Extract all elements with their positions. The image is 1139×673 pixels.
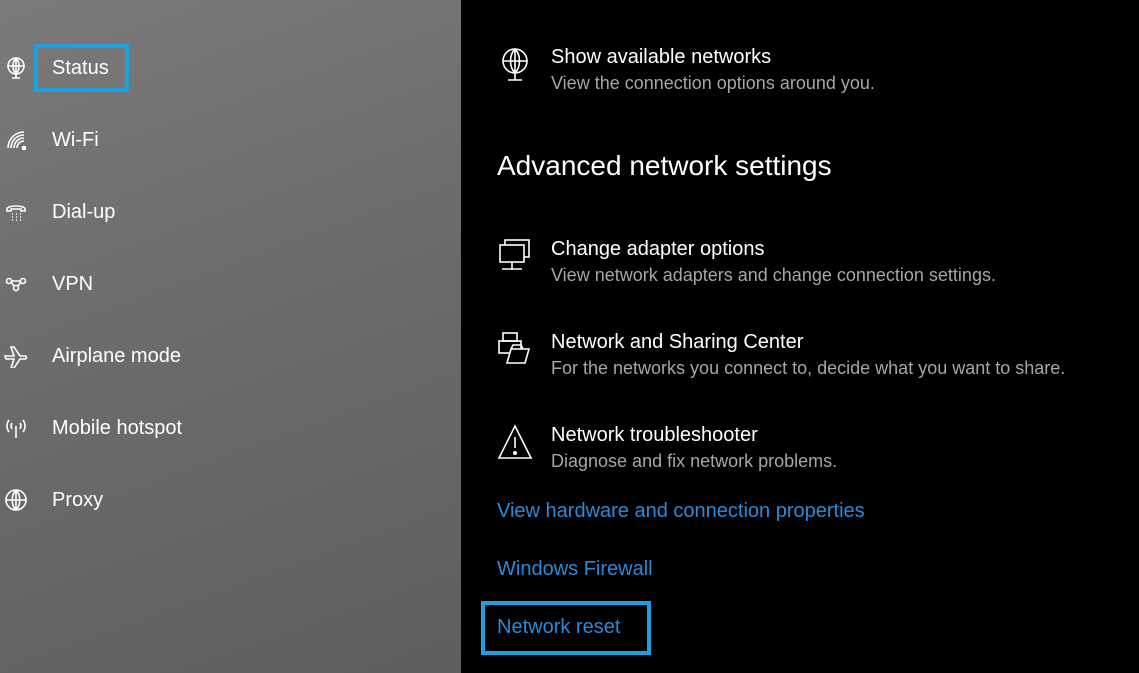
sidebar-item-label: Wi-Fi (52, 128, 99, 151)
option-title: Network and Sharing Center (551, 331, 804, 353)
warning-icon (497, 424, 533, 459)
windows-firewall-link[interactable]: Windows Firewall (497, 558, 653, 581)
section-heading: Advanced network settings (497, 150, 832, 181)
dialup-phone-icon (6, 205, 26, 221)
option-title: Network troubleshooter (551, 424, 758, 446)
option-desc: View the connection options around you. (551, 73, 875, 93)
airplane-icon (4, 346, 28, 368)
sidebar-item-label: Dial-up (52, 200, 116, 223)
view-hardware-properties-link[interactable]: View hardware and connection properties (497, 500, 865, 523)
vpn-icon (5, 277, 27, 292)
sidebar-item-label: Mobile hotspot (52, 416, 183, 439)
option-desc: Diagnose and fix network problems. (551, 451, 838, 471)
network-globe-icon (502, 48, 528, 81)
status-globe-icon (7, 57, 25, 79)
sharing-center-icon (498, 332, 531, 364)
option-title: Show available networks (551, 46, 772, 68)
sidebar-item-label: Airplane mode (52, 344, 181, 367)
network-reset-highlight-box (481, 601, 651, 655)
status-highlight-box (34, 44, 129, 92)
option-title: Change adapter options (551, 238, 765, 260)
sidebar-item-label: Proxy (52, 488, 104, 511)
sidebar: Status Wi-Fi Dial-up VPN Airplane mode M… (0, 0, 461, 673)
wifi-icon (7, 131, 27, 151)
adapter-icon (499, 239, 530, 270)
option-desc: For the networks you connect to, decide … (551, 358, 1066, 378)
hotspot-icon (6, 419, 26, 438)
option-desc: View network adapters and change connect… (551, 265, 996, 285)
main-content: Show available networks View the connect… (461, 0, 1139, 673)
globe-icon (5, 489, 27, 511)
sidebar-item-label: VPN (52, 272, 94, 295)
